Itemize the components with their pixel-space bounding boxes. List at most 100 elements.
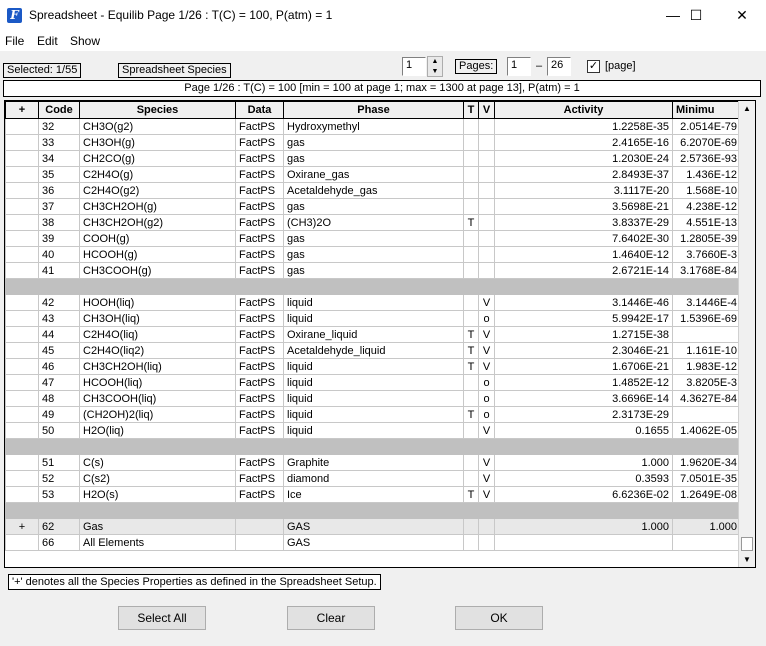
col-header-phase[interactable]: Phase [283,101,464,119]
cell-activity[interactable]: 2.3046E-21 [494,342,673,359]
cell-t[interactable] [463,390,479,407]
cell-activity[interactable]: 1.4640E-12 [494,246,673,263]
cell-phase[interactable]: Hydroxymethyl [283,118,464,135]
cell-plus[interactable] [5,182,39,199]
cell-plus[interactable] [5,150,39,167]
cell-phase[interactable]: diamond [283,470,464,487]
cell-code[interactable]: 42 [38,294,80,311]
cell-v[interactable]: o [478,390,495,407]
cell-t[interactable] [463,166,479,183]
cell-activity[interactable]: 3.8337E-29 [494,214,673,231]
cell-data[interactable]: FactPS [235,134,284,151]
cell-plus[interactable] [5,310,39,327]
cell-minimum[interactable]: 1.4062E-05 [672,422,741,439]
cell-minimum[interactable] [672,326,741,343]
cell-t[interactable] [463,246,479,263]
table-row[interactable]: 49 (CH2OH)2(liq) FactPS liquid To 2.3173E-29 [5,406,741,423]
cell-t[interactable] [463,118,479,135]
cell-v[interactable] [478,518,495,535]
spin-down-icon[interactable]: ▼ [428,67,442,77]
cell-t[interactable]: T [463,342,479,359]
cell-minimum[interactable]: 1.5396E-69 [672,310,741,327]
table-row[interactable]: 47 HCOOH(liq) FactPS liquid o 1.4852E-12 3.820… [5,374,741,391]
cell-activity[interactable]: 1.2030E-24 [494,150,673,167]
cell-v[interactable] [478,166,495,183]
cell-code[interactable]: 52 [38,470,80,487]
cell-activity[interactable]: 3.1117E-20 [494,182,673,199]
cell-species[interactable]: H2O(liq) [79,422,236,439]
table-row[interactable]: 38 CH3CH2OH(g2) FactPS (CH3)2O T 3.8337E-29 4.… [5,214,741,231]
cell-plus[interactable] [5,134,39,151]
cell-activity[interactable]: 3.5698E-21 [494,198,673,215]
cell-minimum[interactable]: 1.2649E-08 [672,486,741,503]
cell-code[interactable]: 48 [38,390,80,407]
cell-plus[interactable] [5,230,39,247]
cell-phase[interactable]: liquid [283,294,464,311]
cell-code[interactable]: 45 [38,342,80,359]
cell-data[interactable]: FactPS [235,150,284,167]
cell-plus[interactable] [5,294,39,311]
cell-species[interactable]: CH3CH2OH(liq) [79,358,236,375]
table-row[interactable]: 33 CH3OH(g) FactPS gas 2.4165E-16 6.2070E-69 [5,134,741,151]
col-header-code[interactable]: Code [38,101,80,119]
scroll-thumb[interactable] [741,537,753,551]
cell-v[interactable] [478,246,495,263]
cell-phase[interactable]: gas [283,150,464,167]
cell-v[interactable]: o [478,310,495,327]
table-row[interactable]: 45 C2H4O(liq2) FactPS Acetaldehyde_liquid T V… [5,342,741,359]
table-row[interactable]: 50 H2O(liq) FactPS liquid V 0.1655 1.4062E-05 [5,422,741,439]
cell-v[interactable] [478,182,495,199]
cell-v[interactable]: V [478,294,495,311]
page-spin-input[interactable]: 1 [402,57,426,76]
cell-data[interactable]: FactPS [235,422,284,439]
cell-v[interactable] [478,262,495,279]
cell-data[interactable]: FactPS [235,230,284,247]
cell-activity[interactable]: 7.6402E-30 [494,230,673,247]
cell-minimum[interactable]: 4.238E-12 [672,198,741,215]
cell-phase[interactable]: Oxirane_gas [283,166,464,183]
table-row[interactable]: 32 CH3O(g2) FactPS Hydroxymethyl 1.2258E-35 2… [5,118,741,135]
cell-species[interactable]: CH3OH(liq) [79,310,236,327]
cell-t[interactable] [463,262,479,279]
cell-plus[interactable] [5,342,39,359]
cell-plus[interactable] [5,326,39,343]
table-row[interactable]: 41 CH3COOH(g) FactPS gas 2.6721E-14 3.1768E-8… [5,262,741,279]
cell-t[interactable] [463,470,479,487]
cell-code[interactable]: 36 [38,182,80,199]
cell-phase[interactable]: gas [283,262,464,279]
cell-species[interactable]: C(s) [79,454,236,471]
col-header-plus[interactable]: + [5,101,39,119]
cell-data[interactable] [235,518,284,535]
cell-plus[interactable] [5,486,39,503]
cell-species[interactable]: (CH2OH)2(liq) [79,406,236,423]
cell-code[interactable]: 39 [38,230,80,247]
table-row[interactable]: 53 H2O(s) FactPS Ice T V 6.6236E-02 1.2649E-08 [5,486,741,503]
cell-plus[interactable] [5,358,39,375]
col-header-species[interactable]: Species [79,101,236,119]
cell-t[interactable] [463,134,479,151]
cell-minimum[interactable]: 1.2805E-39 [672,230,741,247]
cell-phase[interactable]: Acetaldehyde_liquid [283,342,464,359]
col-header-t[interactable]: T [463,101,479,119]
cell-phase[interactable]: liquid [283,422,464,439]
cell-species[interactable]: CH3COOH(liq) [79,390,236,407]
cell-phase[interactable]: Acetaldehyde_gas [283,182,464,199]
cell-species[interactable]: CH3OH(g) [79,134,236,151]
cell-code[interactable]: 50 [38,422,80,439]
cell-t[interactable] [463,422,479,439]
cell-minimum[interactable]: 3.1446E-4 [672,294,741,311]
cell-t[interactable] [463,182,479,199]
cell-v[interactable] [478,534,495,551]
cell-code[interactable]: 38 [38,214,80,231]
cell-data[interactable]: FactPS [235,486,284,503]
cell-species[interactable]: C2H4O(g) [79,166,236,183]
cell-phase[interactable]: Oxirane_liquid [283,326,464,343]
cell-activity[interactable]: 3.6696E-14 [494,390,673,407]
table-row[interactable]: 66 All Elements GAS [5,534,741,551]
cell-activity[interactable]: 1.2258E-35 [494,118,673,135]
cell-phase[interactable]: Graphite [283,454,464,471]
cell-data[interactable]: FactPS [235,310,284,327]
cell-v[interactable]: V [478,342,495,359]
cell-phase[interactable]: GAS [283,518,464,535]
cell-phase[interactable]: Ice [283,486,464,503]
